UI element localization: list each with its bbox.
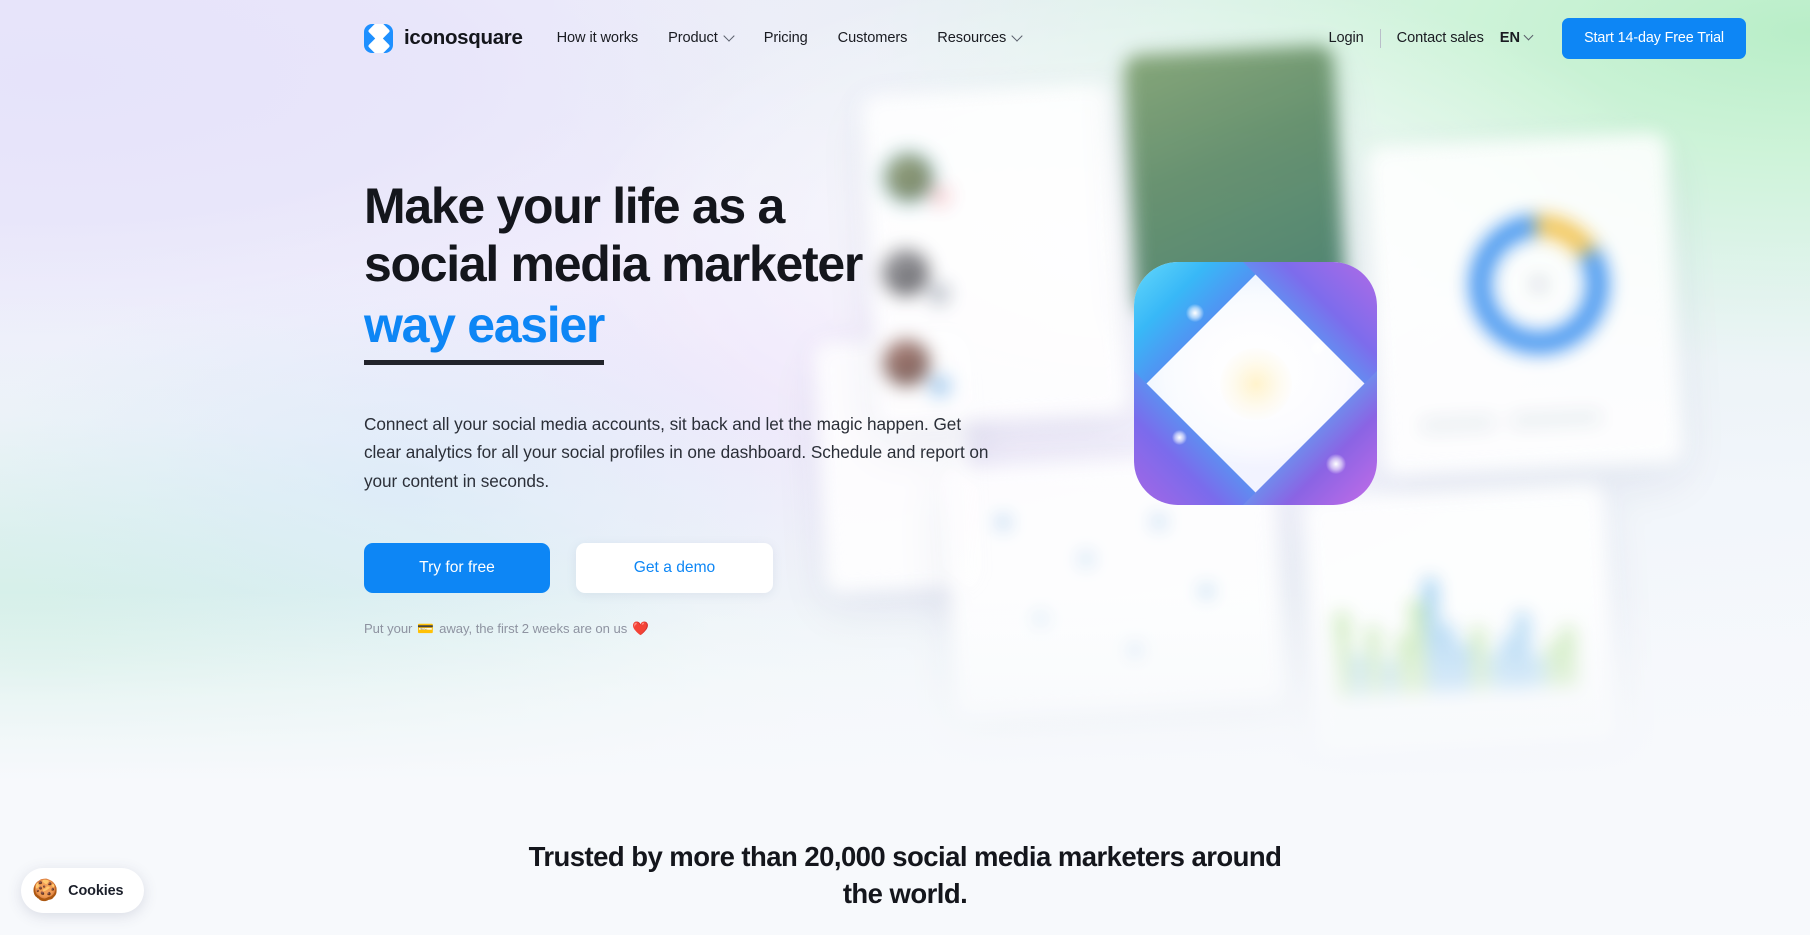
brand-name: iconosquare xyxy=(404,26,523,49)
chevron-down-icon xyxy=(1013,32,1022,41)
nav-item-product[interactable]: Product xyxy=(668,30,734,46)
nav-item-label: How it works xyxy=(556,30,639,46)
hero-copy: Make your life as a social media markete… xyxy=(364,178,1024,636)
hero-subtitle: Connect all your social media accounts, … xyxy=(364,414,989,491)
language-selector[interactable]: EN xyxy=(1500,30,1534,46)
nav-divider xyxy=(1379,28,1381,48)
cookie-icon: 🍪 xyxy=(32,879,59,902)
nav-item-label: Customers xyxy=(837,30,908,46)
headline-line-2: social media marketer xyxy=(364,235,863,292)
iconosquare-logo-icon xyxy=(364,23,393,53)
hero-logo-plate xyxy=(1134,262,1377,505)
logo-sparkle xyxy=(1186,304,1204,322)
chevron-down-icon xyxy=(1525,32,1534,41)
trust-title: Trusted by more than 20,000 social media… xyxy=(528,841,1282,909)
logo-sparkle xyxy=(1172,430,1187,445)
login-label: Login xyxy=(1328,30,1364,46)
nav-item-label: Product xyxy=(668,30,718,46)
login-link[interactable]: Login xyxy=(1328,30,1363,46)
logo-center-glow xyxy=(1220,348,1292,420)
heart-icon: ❤️ xyxy=(632,620,649,636)
mockup-card-donut-chart xyxy=(1366,132,1684,478)
hero-section: iconosquare How it works Product Pricing… xyxy=(0,0,1810,782)
hero-headline: Make your life as a social media markete… xyxy=(364,178,1024,365)
nav-item-label: Resources xyxy=(937,30,1007,46)
mockup-scatter-dot xyxy=(1080,553,1092,565)
cookies-label: Cookies xyxy=(68,882,124,899)
mockup-scatter-dot xyxy=(1152,515,1166,528)
contact-sales-link[interactable]: Contact sales xyxy=(1397,30,1484,46)
contact-sales-label: Contact sales xyxy=(1396,30,1484,46)
hero-cta-row: Try for free Get a demo xyxy=(364,543,1024,594)
fineprint-text-middle: away, the first 2 weeks are on us xyxy=(439,621,628,637)
trust-band: Trusted by more than 20,000 social media… xyxy=(0,782,1810,935)
nav-item-how-it-works[interactable]: How it works xyxy=(557,30,639,46)
get-a-demo-button[interactable]: Get a demo xyxy=(576,543,773,594)
nav-item-pricing[interactable]: Pricing xyxy=(764,30,808,46)
nav-item-customers[interactable]: Customers xyxy=(838,30,908,46)
chevron-down-icon xyxy=(725,32,734,41)
cookies-button[interactable]: 🍪 Cookies xyxy=(21,868,145,913)
landing-page: iconosquare How it works Product Pricing… xyxy=(0,0,1810,935)
logo-sparkle xyxy=(1326,454,1346,474)
try-for-free-button[interactable]: Try for free xyxy=(364,543,550,594)
mockup-placeholder-bar xyxy=(1510,411,1602,427)
hero-logo-graphic xyxy=(1134,262,1377,505)
headline-accent-link[interactable]: way easier xyxy=(364,297,605,365)
hero-fineprint: Put your 💳 away, the first 2 weeks are o… xyxy=(364,621,1024,636)
logo-sparkle xyxy=(1310,340,1326,356)
nav-item-label: Pricing xyxy=(763,30,808,46)
nav-item-resources[interactable]: Resources xyxy=(937,30,1022,46)
fineprint-text-before: Put your xyxy=(364,621,413,637)
mockup-placeholder-bar xyxy=(1420,416,1496,432)
headline-line-1: Make your life as a xyxy=(364,178,785,234)
nav-actions: Login Contact sales EN Start 14-day Free… xyxy=(1328,17,1746,59)
language-label: EN xyxy=(1499,30,1521,46)
nav-links: How it works Product Pricing Customers R… xyxy=(557,30,1023,46)
credit-card-icon: 💳 xyxy=(417,620,435,636)
start-free-trial-button[interactable]: Start 14-day Free Trial xyxy=(1562,17,1746,59)
main-navbar: iconosquare How it works Product Pricing… xyxy=(0,0,1810,76)
brand-logo[interactable]: iconosquare xyxy=(364,23,523,53)
